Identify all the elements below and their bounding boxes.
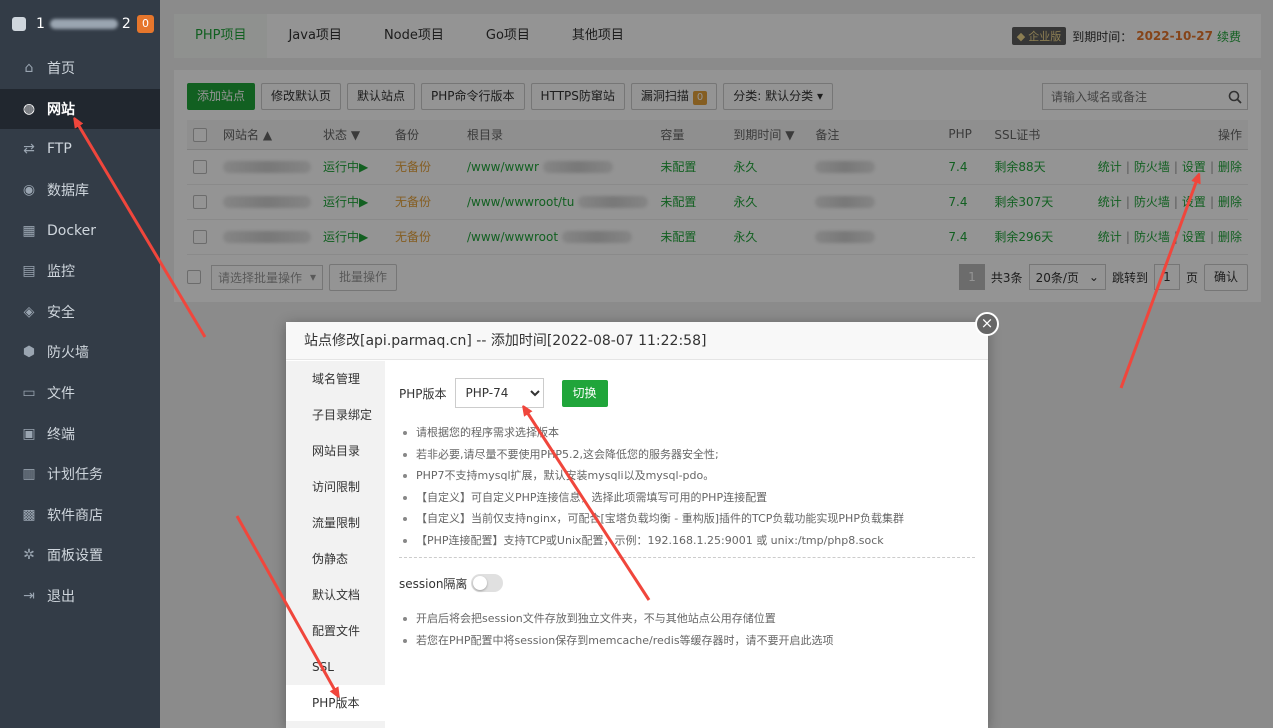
sidebar-item-4[interactable]: ▦ Docker: [0, 210, 160, 251]
brand-name: 1: [36, 16, 46, 32]
sidebar-item-label: 数据库: [47, 183, 89, 200]
sidebar-item-0[interactable]: ⌂ 首页: [0, 48, 160, 89]
sidebar-item-label: 计划任务: [47, 467, 103, 484]
divider: [399, 557, 975, 558]
logo-icon: [12, 17, 26, 31]
tip-item: 请根据您的程序需求选择版本: [401, 422, 975, 444]
sidebar-item-label: 首页: [47, 61, 75, 78]
sidebar-item-7[interactable]: ⬢ 防火墙: [0, 332, 160, 373]
modal-menu: 域名管理 子目录绑定 网站目录 访问限制 流量限制 伪静态 默认文档 配置文件 SSL PHP版本: [286, 361, 385, 728]
switch-button[interactable]: 切换: [561, 379, 608, 407]
folder-icon: ▭: [22, 385, 36, 402]
sidebar-item-1[interactable]: ◍ 网站: [0, 88, 160, 130]
modal-menu-item-6[interactable]: 默认文档: [286, 577, 385, 613]
sidebar-item-label: 防火墙: [47, 345, 89, 362]
terminal-icon: ▣: [22, 425, 36, 442]
sidebar-item-2[interactable]: ⇄ FTP: [0, 129, 160, 170]
logout-icon: ⇥: [23, 588, 35, 605]
php-version-select[interactable]: PHP-74: [454, 378, 544, 408]
tip-item: 若您在PHP配置中将session保存到memcache/redis等缓存器时，…: [401, 630, 975, 652]
firewall-icon: ⬢: [22, 344, 36, 361]
brand-blur: [49, 19, 118, 29]
tip-item: 若非必要,请尽量不要使用PHP5.2,这会降低您的服务器安全性;: [401, 444, 975, 466]
sidebar-item-label: 软件商店: [47, 507, 103, 524]
tip-item: 【自定义】可自定义PHP连接信息，选择此项需填写可用的PHP连接配置: [401, 487, 975, 509]
modal-menu-item-4[interactable]: 流量限制: [286, 505, 385, 541]
docker-icon: ▦: [22, 222, 36, 239]
sidebar-item-9[interactable]: ▣ 终端: [0, 413, 160, 454]
session-toggle[interactable]: [471, 574, 504, 592]
sidebar-item-label: 监控: [47, 264, 75, 281]
modal-menu-item-3[interactable]: 访问限制: [286, 469, 385, 505]
modal-menu-item-1[interactable]: 子目录绑定: [286, 397, 385, 433]
modal-menu-item-9[interactable]: PHP版本: [286, 685, 385, 721]
session-label: session隔离: [399, 576, 468, 591]
globe-icon: ◍: [22, 100, 36, 117]
tip-item: 开启后将会把session文件存放到独立文件夹，不与其他站点公用存储位置: [401, 608, 975, 630]
sidebar-item-12[interactable]: ✲ 面板设置: [0, 535, 160, 576]
sidebar-item-label: 网站: [47, 101, 75, 118]
sidebar-item-label: 安全: [47, 304, 75, 321]
php-version-label: PHP版本: [399, 386, 447, 401]
site-edit-modal: 站点修改[api.parmaq.cn] -- 添加时间[2022-08-07 1…: [286, 312, 999, 728]
sidebar-item-11[interactable]: ▩ 软件商店: [0, 495, 160, 536]
shield-icon: ◈: [23, 303, 35, 320]
brand: 1 2 0: [0, 0, 160, 48]
session-row: session隔离: [399, 568, 975, 598]
sidebar-item-13[interactable]: ⇥ 退出: [0, 576, 160, 617]
sidebar-item-5[interactable]: ▤ 监控: [0, 251, 160, 292]
modal-menu-item-2[interactable]: 网站目录: [286, 433, 385, 469]
database-icon: ◉: [22, 182, 36, 199]
message-badge[interactable]: 0: [137, 15, 154, 33]
gear-icon: ✲: [23, 547, 35, 564]
modal-menu-item-7[interactable]: 配置文件: [286, 613, 385, 649]
tip-item: 【自定义】当前仅支持nginx，可配合[宝塔负载均衡 - 重构版]插件的TCP负…: [401, 508, 975, 530]
sidebar-item-label: 面板设置: [47, 548, 103, 565]
brand-suffix: 2: [121, 16, 131, 32]
home-icon: ⌂: [24, 60, 34, 77]
calendar-icon: ▥: [22, 466, 36, 483]
sidebar: 1 2 0 ⌂ 首页 ◍ 网站 ⇄ FTP ◉ 数据库 ▦ Docker ▤ 监控 ◈ 安全 ⬢ 防火墙 ▭ 文件…: [0, 0, 160, 728]
php-tips: 请根据您的程序需求选择版本 若非必要,请尽量不要使用PHP5.2,这会降低您的服务…: [399, 422, 975, 551]
monitor-icon: ▤: [22, 263, 36, 280]
modal-menu-item-8[interactable]: SSL: [286, 649, 385, 685]
modal-menu-item-5[interactable]: 伪静态: [286, 541, 385, 577]
modal-menu-item-0[interactable]: 域名管理: [286, 361, 385, 397]
apps-icon: ▩: [22, 506, 36, 523]
ftp-icon: ⇄: [23, 141, 35, 158]
sidebar-item-label: FTP: [47, 141, 72, 158]
tip-item: 【PHP连接配置】支持TCP或Unix配置，示例：192.168.1.25:90…: [401, 530, 975, 552]
sidebar-item-8[interactable]: ▭ 文件: [0, 373, 160, 414]
modal-title: 站点修改[api.parmaq.cn] -- 添加时间[2022-08-07 1…: [286, 322, 988, 360]
sidebar-item-10[interactable]: ▥ 计划任务: [0, 454, 160, 495]
sidebar-item-label: 退出: [47, 589, 75, 606]
tip-item: PHP7不支持mysql扩展，默认安装mysqli以及mysql-pdo。: [401, 465, 975, 487]
sidebar-item-label: 终端: [47, 426, 75, 443]
sidebar-item-label: 文件: [47, 386, 75, 403]
sidebar-item-3[interactable]: ◉ 数据库: [0, 170, 160, 211]
php-version-row: PHP版本 PHP-74 切换: [399, 378, 975, 408]
sidebar-item-label: Docker: [47, 222, 97, 239]
sidebar-item-6[interactable]: ◈ 安全: [0, 292, 160, 333]
php-version-pane: PHP版本 PHP-74 切换 请根据您的程序需求选择版本 若非必要,请尽量不要使…: [399, 378, 975, 651]
close-icon[interactable]: ×: [975, 312, 999, 336]
session-tips: 开启后将会把session文件存放到独立文件夹，不与其他站点公用存储位置 若您在P…: [399, 608, 975, 651]
